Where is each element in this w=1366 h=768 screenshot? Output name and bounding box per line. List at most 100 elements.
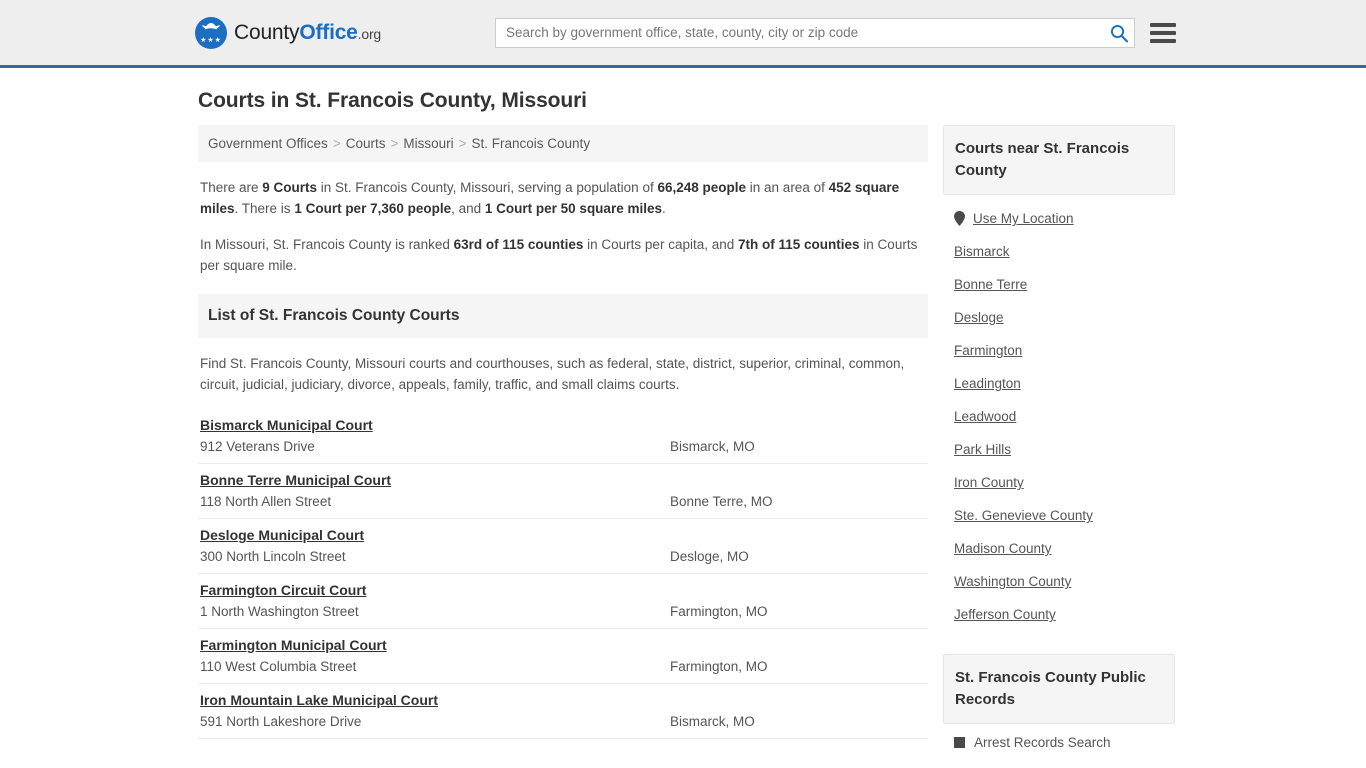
content-columns: Government Offices > Courts > Missouri > St. F… — [198, 125, 1175, 754]
breadcrumb-item[interactable]: St. Francois County — [472, 136, 591, 151]
logo-text-office: Office — [299, 20, 358, 44]
court-name-link[interactable]: Farmington Municipal Court — [200, 637, 387, 653]
sidebar-nearby-item[interactable]: Washington County — [954, 564, 1164, 597]
use-my-location-row[interactable]: Use My Location — [954, 201, 1164, 234]
stars-glyph: ★★★ — [200, 36, 222, 44]
hamburger-bar — [1150, 30, 1176, 35]
court-address: 118 North Allen Street — [200, 494, 332, 509]
sidebar-nearby-item[interactable]: Leadwood — [954, 399, 1164, 432]
court-row: Desloge Municipal Court 300 North Lincoln… — [198, 519, 928, 574]
intro-stat-text: There are — [200, 180, 263, 195]
court-row: Farmington Municipal Court 110 West Colum… — [198, 629, 928, 684]
main-column: Government Offices > Courts > Missouri > St. F… — [198, 125, 928, 739]
sidebar-nearby-item[interactable]: Leadington — [954, 366, 1164, 399]
search-input[interactable] — [495, 17, 1135, 48]
intro-rank-highlight: 63rd of 115 counties — [453, 237, 584, 252]
intro-stat-highlight: 9 Courts — [262, 180, 318, 195]
sidebar-nearby-link[interactable]: Leadington — [954, 376, 1021, 391]
breadcrumb-separator: > — [332, 136, 341, 151]
sidebar-nearby-link[interactable]: Jefferson County — [954, 607, 1056, 622]
public-records-link[interactable]: Arrest Records Search — [974, 735, 1111, 750]
court-detail-line: 110 West Columbia Street Farmington, MO — [200, 659, 926, 674]
logo-text: CountyOffice.org — [234, 21, 381, 45]
court-city: Bonne Terre, MO — [670, 494, 773, 509]
sidebar-nearby-item[interactable]: Bismarck — [954, 234, 1164, 267]
intro-stat-text: . There is — [234, 201, 295, 216]
court-row: Farmington Circuit Court 1 North Washingt… — [198, 574, 928, 629]
content-container: Courts in St. Francois County, Missouri … — [193, 89, 1175, 754]
public-records-links: Arrest Records Search — [943, 724, 1175, 750]
court-name-link[interactable]: Desloge Municipal Court — [200, 527, 364, 543]
sidebar-nearby-item[interactable]: Desloge — [954, 300, 1164, 333]
public-records-item[interactable]: Arrest Records Search — [943, 724, 1175, 750]
nearby-courts-panel: Courts near St. Francois County Use My L… — [943, 125, 1175, 630]
breadcrumb-separator: > — [390, 136, 399, 151]
nearby-courts-title: Courts near St. Francois County — [943, 125, 1175, 195]
sidebar-nearby-item[interactable]: Farmington — [954, 333, 1164, 366]
intro-stat-text: . — [661, 201, 666, 216]
intro-stat-highlight: 1 Court per 7,360 people — [294, 201, 452, 216]
sidebar-nearby-link[interactable]: Iron County — [954, 475, 1024, 490]
court-row: Iron Mountain Lake Municipal Court 591 No… — [198, 684, 928, 739]
sidebar-nearby-link[interactable]: Madison County — [954, 541, 1052, 556]
intro-paragraph-1: There are 9 Courts in St. Francois Count… — [200, 177, 926, 219]
court-address: 110 West Columbia Street — [200, 659, 357, 674]
hamburger-bar — [1150, 38, 1176, 43]
sidebar-nearby-link[interactable]: Ste. Genevieve County — [954, 508, 1093, 523]
court-row: Bismarck Municipal Court 912 Veterans Dri… — [198, 409, 928, 464]
court-name-link[interactable]: Bonne Terre Municipal Court — [200, 472, 391, 488]
court-city: Desloge, MO — [670, 549, 749, 564]
court-name-link[interactable]: Bismarck Municipal Court — [200, 417, 373, 433]
intro-rank-text: In Missouri, St. Francois County is rank… — [200, 237, 454, 252]
square-bullet-icon — [954, 737, 965, 748]
court-name-link[interactable]: Farmington Circuit Court — [200, 582, 366, 598]
intro-stat-highlight: 66,248 people — [657, 180, 747, 195]
intro-stat-text: , and — [451, 201, 485, 216]
map-pin-icon — [954, 211, 965, 226]
eagle-seal-icon: ★★★ — [195, 16, 227, 49]
use-my-location-link[interactable]: Use My Location — [973, 211, 1074, 226]
search-box — [495, 17, 1135, 48]
intro-rank-highlight: 7th of 115 counties — [738, 237, 860, 252]
sidebar-nearby-item[interactable]: Jefferson County — [954, 597, 1164, 630]
intro-stat-text: in St. Francois County, Missouri, servin… — [317, 180, 658, 195]
sidebar-nearby-link[interactable]: Desloge — [954, 310, 1004, 325]
breadcrumb: Government Offices > Courts > Missouri > St. F… — [198, 125, 928, 162]
court-city: Farmington, MO — [670, 659, 768, 674]
search-glyph — [1110, 24, 1129, 42]
page-body: Courts in St. Francois County, Missouri … — [0, 89, 1366, 754]
court-detail-line: 591 North Lakeshore Drive Bismarck, MO — [200, 714, 926, 729]
court-list: Bismarck Municipal Court 912 Veterans Dri… — [198, 409, 928, 739]
nearby-courts-links: Use My Location Bismarck Bonne Terre Deslo… — [943, 195, 1175, 630]
search-icon[interactable] — [1109, 23, 1129, 43]
breadcrumb-item[interactable]: Missouri — [403, 136, 453, 151]
sidebar-nearby-item[interactable]: Ste. Genevieve County — [954, 498, 1164, 531]
breadcrumb-item[interactable]: Courts — [346, 136, 386, 151]
court-address: 300 North Lincoln Street — [200, 549, 346, 564]
sidebar-nearby-link[interactable]: Bonne Terre — [954, 277, 1027, 292]
eagle-glyph — [201, 22, 221, 29]
sidebar-nearby-link[interactable]: Farmington — [954, 343, 1022, 358]
hamburger-menu-icon[interactable] — [1150, 22, 1176, 43]
site-logo[interactable]: ★★★ CountyOffice.org — [195, 16, 381, 49]
intro-stat-highlight: 1 Court per 50 square miles — [484, 201, 662, 216]
court-detail-line: 300 North Lincoln Street Desloge, MO — [200, 549, 926, 564]
sidebar-nearby-link[interactable]: Leadwood — [954, 409, 1016, 424]
sidebar-nearby-link[interactable]: Bismarck — [954, 244, 1010, 259]
sidebar-nearby-item[interactable]: Park Hills — [954, 432, 1164, 465]
court-name-link[interactable]: Iron Mountain Lake Municipal Court — [200, 692, 438, 708]
list-section-description: Find St. Francois County, Missouri court… — [200, 356, 905, 392]
intro-statistics: There are 9 Courts in St. Francois Count… — [198, 177, 928, 276]
public-records-panel: St. Francois County Public Records Arres… — [943, 654, 1175, 750]
sidebar-nearby-link[interactable]: Park Hills — [954, 442, 1011, 457]
sidebar-nearby-item[interactable]: Madison County — [954, 531, 1164, 564]
sidebar: Courts near St. Francois County Use My L… — [943, 125, 1175, 754]
sidebar-nearby-item[interactable]: Bonne Terre — [954, 267, 1164, 300]
intro-stat-text: in an area of — [746, 180, 829, 195]
court-detail-line: 912 Veterans Drive Bismarck, MO — [200, 439, 926, 454]
sidebar-nearby-item[interactable]: Iron County — [954, 465, 1164, 498]
sidebar-nearby-link[interactable]: Washington County — [954, 574, 1071, 589]
logo-text-tld: .org — [357, 25, 382, 42]
list-section-header: List of St. Francois County Courts — [198, 294, 928, 338]
breadcrumb-item[interactable]: Government Offices — [208, 136, 328, 151]
